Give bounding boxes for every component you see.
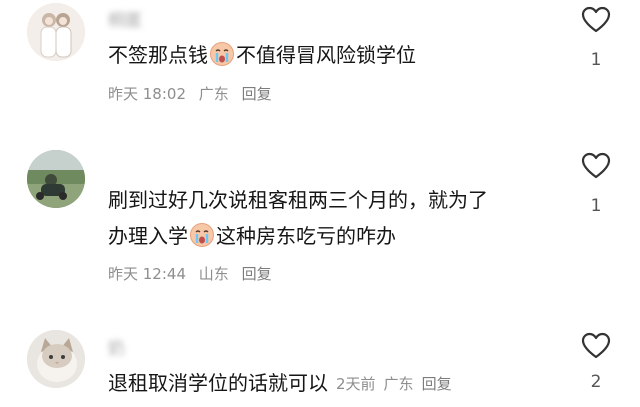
comment-text: 不签那点钱 不值得冒风险锁学位 (108, 37, 416, 73)
avatar[interactable] (27, 3, 85, 61)
like-count: 1 (590, 50, 602, 70)
heart-outline-icon[interactable] (581, 152, 611, 180)
comment-time: 2天前 (336, 375, 376, 393)
comment-meta: 昨天 18:02 广东 回复 (108, 83, 272, 104)
comment-meta: 2天前 广东 回复 (336, 375, 452, 393)
crying-emoji-icon (189, 222, 215, 248)
like-count: 2 (590, 372, 602, 392)
avatar[interactable] (27, 150, 85, 208)
comment-text-part: 退租取消学位的话就可以 (108, 371, 328, 395)
like-control[interactable]: 1 (576, 152, 616, 216)
comment-text: 退租取消学位的话就可以 2天前 广东 回复 (108, 365, 452, 402)
comment-item: 桐匿 不签那点钱 不值得冒风险锁学位 昨天 18:02 广东 回复 1 (0, 0, 640, 120)
comment-text-part: 不值得冒风险锁学位 (236, 43, 416, 67)
comment-text-line: 刷到过好几次说租客租两三个月的，就为了 (108, 188, 488, 212)
heart-outline-icon[interactable] (581, 332, 611, 360)
comment-username[interactable]: 桐匿 (108, 6, 142, 31)
comment-location: 山东 (198, 265, 229, 283)
like-control[interactable]: 1 (576, 6, 616, 70)
avatar[interactable] (27, 330, 85, 388)
comment-meta: 昨天 12:44 山东 回复 (108, 263, 272, 284)
comment-item: 奶 退租取消学位的话就可以 2天前 广东 回复 2 (0, 320, 640, 407)
reply-button[interactable]: 回复 (242, 265, 272, 283)
like-control[interactable]: 2 (576, 332, 616, 392)
comment-text-line: 办理入学 这种房东吃亏的咋办 (108, 218, 488, 254)
reply-button[interactable]: 回复 (422, 375, 452, 393)
comment-username[interactable]: 奶 (108, 334, 125, 359)
comment-item: 刷到过好几次说租客租两三个月的，就为了 办理入学 这种房东吃亏的咋办 昨天 12… (0, 140, 640, 300)
comment-time: 昨天 18:02 (108, 85, 186, 103)
heart-outline-icon[interactable] (581, 6, 611, 34)
comment-text-part: 办理入学 (108, 224, 188, 248)
comment-time: 昨天 12:44 (108, 265, 186, 283)
comment-text: 刷到过好几次说租客租两三个月的，就为了 办理入学 这种房东吃亏的咋办 (108, 182, 488, 254)
comment-location: 广东 (198, 85, 229, 103)
reply-button[interactable]: 回复 (242, 85, 272, 103)
comment-location: 广东 (383, 375, 414, 393)
comment-text-part: 这种房东吃亏的咋办 (216, 224, 396, 248)
crying-emoji-icon (209, 41, 235, 67)
comment-text-part: 不签那点钱 (108, 43, 208, 67)
like-count: 1 (590, 196, 602, 216)
